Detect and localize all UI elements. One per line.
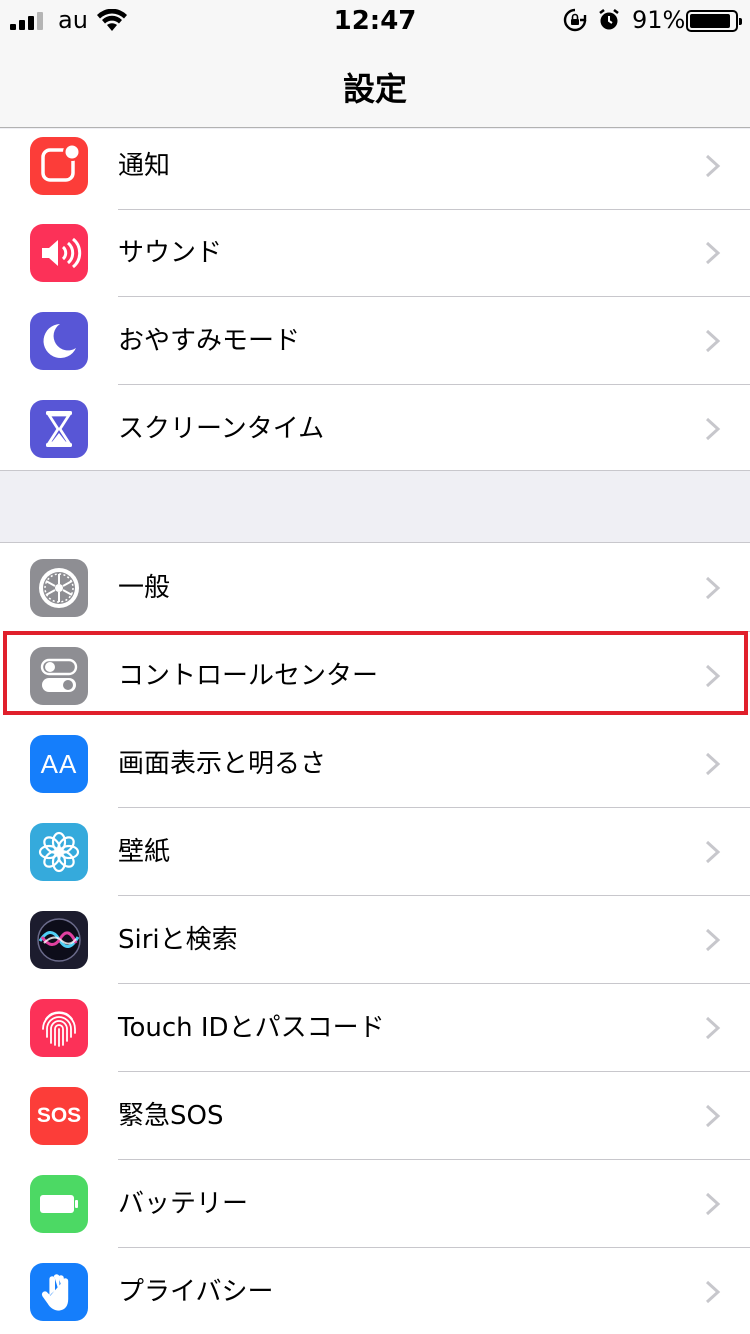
orientation-lock-icon	[563, 8, 587, 32]
settings-item-general[interactable]: 一般	[0, 544, 750, 632]
settings-group-1: 通知 サウンド おやすみモード スクリーンタイム	[0, 129, 750, 471]
chevron-right-icon	[705, 1016, 721, 1040]
battery-icon	[30, 1175, 88, 1233]
sounds-icon	[30, 224, 88, 282]
settings-item-do-not-disturb[interactable]: おやすみモード	[0, 297, 750, 385]
settings-item-control-center[interactable]: コントロールセンター	[0, 632, 750, 720]
alarm-icon	[599, 8, 619, 30]
settings-item-battery[interactable]: バッテリー	[0, 1160, 750, 1248]
settings-item-label: 一般	[118, 573, 171, 603]
settings-item-wallpaper[interactable]: 壁紙	[0, 808, 750, 896]
privacy-hand-icon	[30, 1263, 88, 1321]
display-icon-letters: AA	[40, 748, 78, 779]
navigation-bar: 設定	[0, 40, 750, 128]
chevron-right-icon	[705, 752, 721, 776]
settings-item-label: 通知	[118, 151, 171, 181]
battery-status-icon	[686, 10, 742, 32]
control-center-icon	[30, 647, 88, 705]
settings-item-label: スクリーンタイム	[118, 414, 325, 444]
settings-item-label: Touch IDとパスコード	[118, 1013, 385, 1043]
chevron-right-icon	[705, 664, 721, 688]
settings-item-label: 緊急SOS	[118, 1101, 224, 1131]
settings-item-label: Siriと検索	[118, 925, 238, 955]
chevron-right-icon	[705, 417, 721, 441]
chevron-right-icon	[705, 1104, 721, 1128]
fingerprint-icon	[30, 999, 88, 1057]
chevron-right-icon	[705, 1280, 721, 1304]
settings-item-label: サウンド	[118, 238, 223, 268]
screen-time-icon	[30, 400, 88, 458]
chevron-right-icon	[705, 1192, 721, 1216]
do-not-disturb-icon	[30, 312, 88, 370]
settings-item-label: 画面表示と明るさ	[118, 749, 327, 779]
chevron-right-icon	[705, 840, 721, 864]
status-bar: au 12:47 91%	[0, 0, 750, 40]
display-brightness-icon: AA	[30, 735, 88, 793]
settings-group-2: 一般 コントロールセンター AA 画面表示と明るさ 壁紙 Siriと検索 Tou…	[0, 542, 750, 1334]
gear-icon	[30, 559, 88, 617]
settings-item-label: コントロールセンター	[118, 661, 379, 691]
notifications-icon	[30, 137, 88, 195]
settings-item-screen-time[interactable]: スクリーンタイム	[0, 385, 750, 473]
settings-item-label: バッテリー	[118, 1189, 249, 1219]
settings-item-label: 壁紙	[118, 837, 171, 867]
chevron-right-icon	[705, 154, 721, 178]
chevron-right-icon	[705, 928, 721, 952]
settings-item-notifications[interactable]: 通知	[0, 122, 750, 210]
settings-item-emergency-sos[interactable]: SOS 緊急SOS	[0, 1072, 750, 1160]
siri-icon	[30, 911, 88, 969]
settings-item-label: おやすみモード	[118, 326, 301, 356]
settings-item-siri-search[interactable]: Siriと検索	[0, 896, 750, 984]
settings-item-sounds[interactable]: サウンド	[0, 209, 750, 297]
battery-percentage: 91%	[632, 6, 686, 34]
chevron-right-icon	[705, 241, 721, 265]
settings-item-privacy[interactable]: プライバシー	[0, 1248, 750, 1334]
settings-item-label: プライバシー	[118, 1277, 274, 1307]
page-title: 設定	[342, 70, 407, 108]
settings-item-touch-id-passcode[interactable]: Touch IDとパスコード	[0, 984, 750, 1072]
settings-item-display-brightness[interactable]: AA 画面表示と明るさ	[0, 720, 750, 808]
sos-icon-text: SOS	[36, 1104, 82, 1127]
chevron-right-icon	[705, 576, 721, 600]
chevron-right-icon	[705, 329, 721, 353]
sos-icon: SOS	[30, 1087, 88, 1145]
wallpaper-icon	[30, 823, 88, 881]
